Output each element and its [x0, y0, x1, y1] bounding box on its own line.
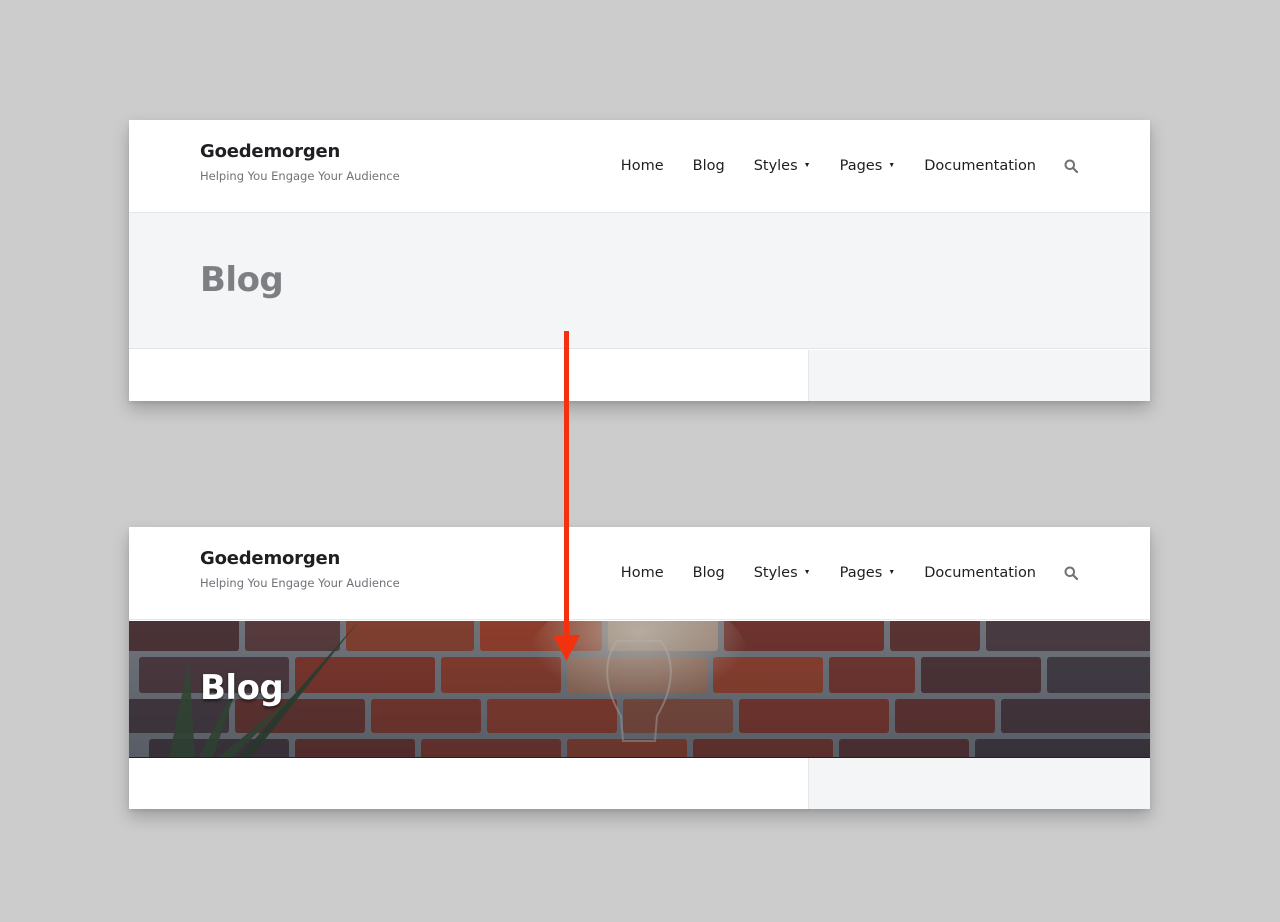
caret-down-icon: ▼	[803, 162, 811, 169]
nav-item-pages[interactable]: Pages ▼	[840, 156, 896, 176]
main-navigation: Home Blog Styles ▼ Pages ▼ Documentation	[621, 155, 1079, 177]
site-tagline: Helping You Engage Your Audience	[200, 169, 400, 183]
nav-item-documentation[interactable]: Documentation	[924, 156, 1036, 176]
nav-item-label: Pages	[839, 565, 883, 581]
page-header-image: Blog	[129, 621, 1150, 758]
nav-item-label: Styles	[753, 565, 798, 581]
nav-item-styles[interactable]: Styles ▼	[754, 563, 811, 583]
nav-item-label: Blog	[692, 158, 725, 174]
site-branding: Goedemorgen Helping You Engage Your Audi…	[200, 140, 400, 183]
sidebar-area	[808, 758, 1150, 809]
caret-down-icon: ▼	[888, 569, 896, 576]
nav-item-blog[interactable]: Blog	[693, 563, 725, 583]
nav-item-label: Home	[620, 565, 664, 581]
site-header: Goedemorgen Helping You Engage Your Audi…	[129, 120, 1150, 213]
nav-item-label: Pages	[839, 158, 883, 174]
nav-item-styles[interactable]: Styles ▼	[754, 156, 811, 176]
content-area	[129, 758, 808, 809]
search-icon[interactable]	[1063, 158, 1079, 174]
after-screenshot-panel: Goedemorgen Helping You Engage Your Audi…	[129, 527, 1150, 809]
caret-down-icon: ▼	[888, 162, 896, 169]
before-screenshot-panel: Goedemorgen Helping You Engage Your Audi…	[129, 120, 1150, 401]
nav-item-pages[interactable]: Pages ▼	[840, 563, 896, 583]
page-title: Blog	[200, 668, 284, 708]
site-tagline: Helping You Engage Your Audience	[200, 576, 400, 590]
nav-item-home[interactable]: Home	[621, 563, 664, 583]
site-branding: Goedemorgen Helping You Engage Your Audi…	[200, 547, 400, 590]
site-title[interactable]: Goedemorgen	[200, 140, 400, 164]
nav-item-label: Blog	[692, 565, 725, 581]
content-area	[129, 350, 808, 401]
caret-down-icon: ▼	[803, 569, 811, 576]
nav-item-blog[interactable]: Blog	[693, 156, 725, 176]
sidebar-area	[808, 350, 1150, 401]
site-title[interactable]: Goedemorgen	[200, 547, 400, 571]
nav-item-label: Documentation	[924, 565, 1036, 581]
nav-item-label: Documentation	[924, 158, 1036, 174]
nav-item-label: Home	[620, 158, 664, 174]
nav-item-documentation[interactable]: Documentation	[924, 563, 1036, 583]
search-icon[interactable]	[1063, 565, 1079, 581]
main-navigation: Home Blog Styles ▼ Pages ▼ Documentation	[621, 562, 1079, 584]
nav-item-label: Styles	[753, 158, 798, 174]
page-header-plain: Blog	[129, 213, 1150, 349]
nav-item-home[interactable]: Home	[621, 156, 664, 176]
page-title: Blog	[200, 260, 284, 300]
site-header: Goedemorgen Helping You Engage Your Audi…	[129, 527, 1150, 620]
